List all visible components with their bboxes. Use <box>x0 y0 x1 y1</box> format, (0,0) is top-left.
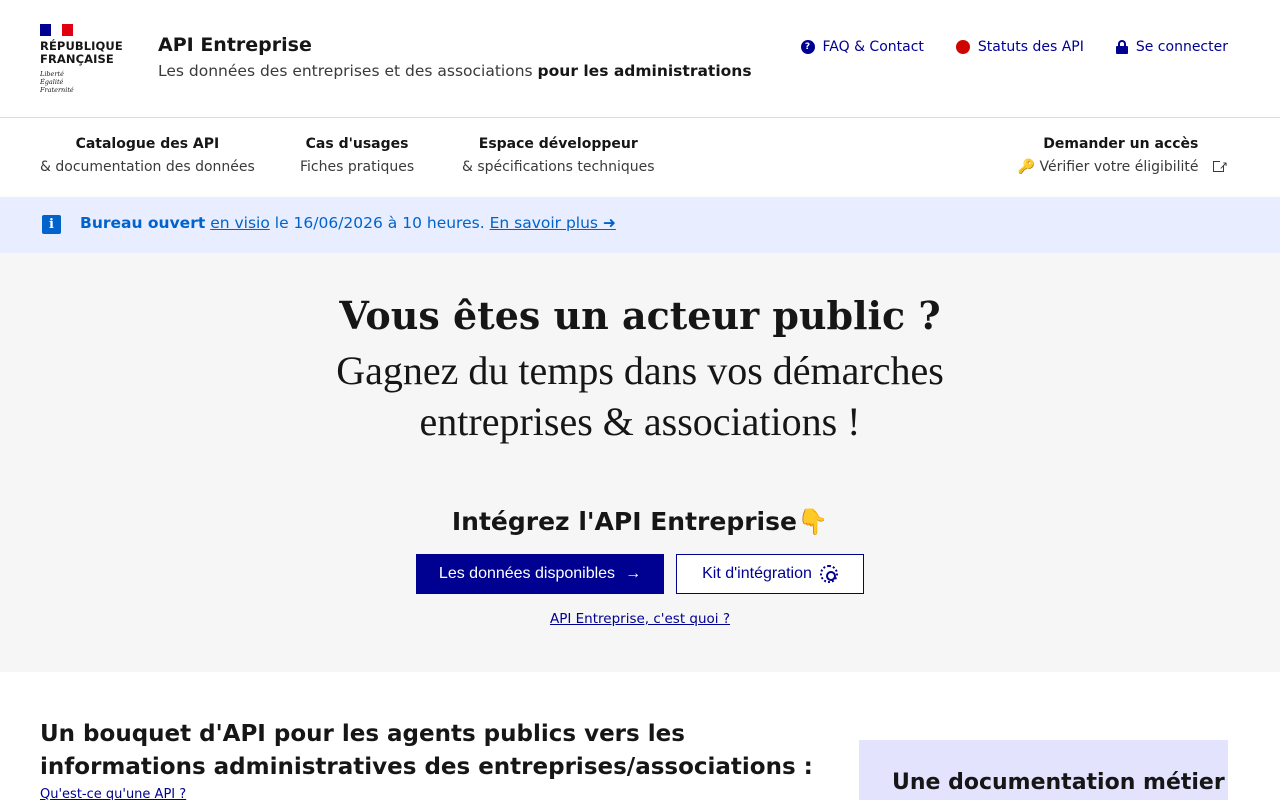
pointing-down-icon: 👇 <box>796 507 829 536</box>
header-tools: ? FAQ & Contact Statuts des API Se conne… <box>800 39 1228 55</box>
site-title[interactable]: API Entreprise <box>158 34 312 56</box>
question-icon: ? <box>800 40 815 54</box>
nav-item-request-access[interactable]: Demander un accès 🔑 Vérifier votre éligi… <box>1017 135 1228 179</box>
card-title: Une documentation métier <box>892 770 1225 795</box>
key-icon: 🔑 <box>1017 159 1036 175</box>
marianne-flag-icon <box>40 24 73 36</box>
gear-icon <box>819 565 838 583</box>
site-tagline: Les données des entreprises et des assoc… <box>158 62 752 80</box>
notice-banner: i Bureau ouvert en visio le 16/06/2026 à… <box>0 197 1280 253</box>
api-status-link[interactable]: Statuts des API <box>955 39 1084 55</box>
hero-title: Vous êtes un acteur public ? <box>339 293 941 338</box>
status-dot-icon <box>955 40 970 54</box>
section-title: Un bouquet d'API pour les agents publics… <box>40 721 813 780</box>
info-icon: i <box>42 215 61 234</box>
what-is-api-link[interactable]: Qu'est-ce qu'une API ? <box>40 787 186 800</box>
documentation-card[interactable]: Une documentation métier <box>859 740 1228 800</box>
republique-francaise-logo[interactable]: RÉPUBLIQUE FRANÇAISE Liberté Égalité Fra… <box>40 24 130 94</box>
login-link[interactable]: Se connecter <box>1115 39 1228 55</box>
available-data-button[interactable]: Les données disponibles → <box>416 554 664 594</box>
visio-link[interactable]: en visio <box>210 214 270 232</box>
external-link-icon <box>1213 154 1228 178</box>
hero-subtitle: Gagnez du temps dans vos démarches entre… <box>336 348 944 444</box>
lock-icon <box>1115 40 1128 54</box>
what-is-api-entreprise-link[interactable]: API Entreprise, c'est quoi ? <box>0 611 1280 627</box>
nav-item-developer[interactable]: Espace développeur & spécifications tech… <box>462 135 655 179</box>
integrate-heading: Intégrez l'API Entreprise👇 <box>451 507 829 536</box>
site-header: RÉPUBLIQUE FRANÇAISE Liberté Égalité Fra… <box>0 0 1280 118</box>
learn-more-link[interactable]: En savoir plus ➜ <box>490 214 616 232</box>
faq-contact-link[interactable]: ? FAQ & Contact <box>800 39 924 55</box>
arrow-right-icon: → <box>625 565 642 582</box>
hero-section: Vous êtes un acteur public ? Gagnez du t… <box>0 253 1280 672</box>
notice-text: Bureau ouvert en visio le 16/06/2026 à 1… <box>80 214 616 232</box>
logo-text: RÉPUBLIQUE FRANÇAISE <box>40 39 123 66</box>
nav-item-usages[interactable]: Cas d'usages Fiches pratiques <box>300 135 414 179</box>
motto: Liberté Égalité Fraternité <box>40 70 74 94</box>
nav-item-catalogue[interactable]: Catalogue des API & documentation des do… <box>40 135 255 179</box>
main-nav: Catalogue des API & documentation des do… <box>0 118 1280 197</box>
integration-kit-button[interactable]: Kit d'intégration <box>676 554 864 594</box>
